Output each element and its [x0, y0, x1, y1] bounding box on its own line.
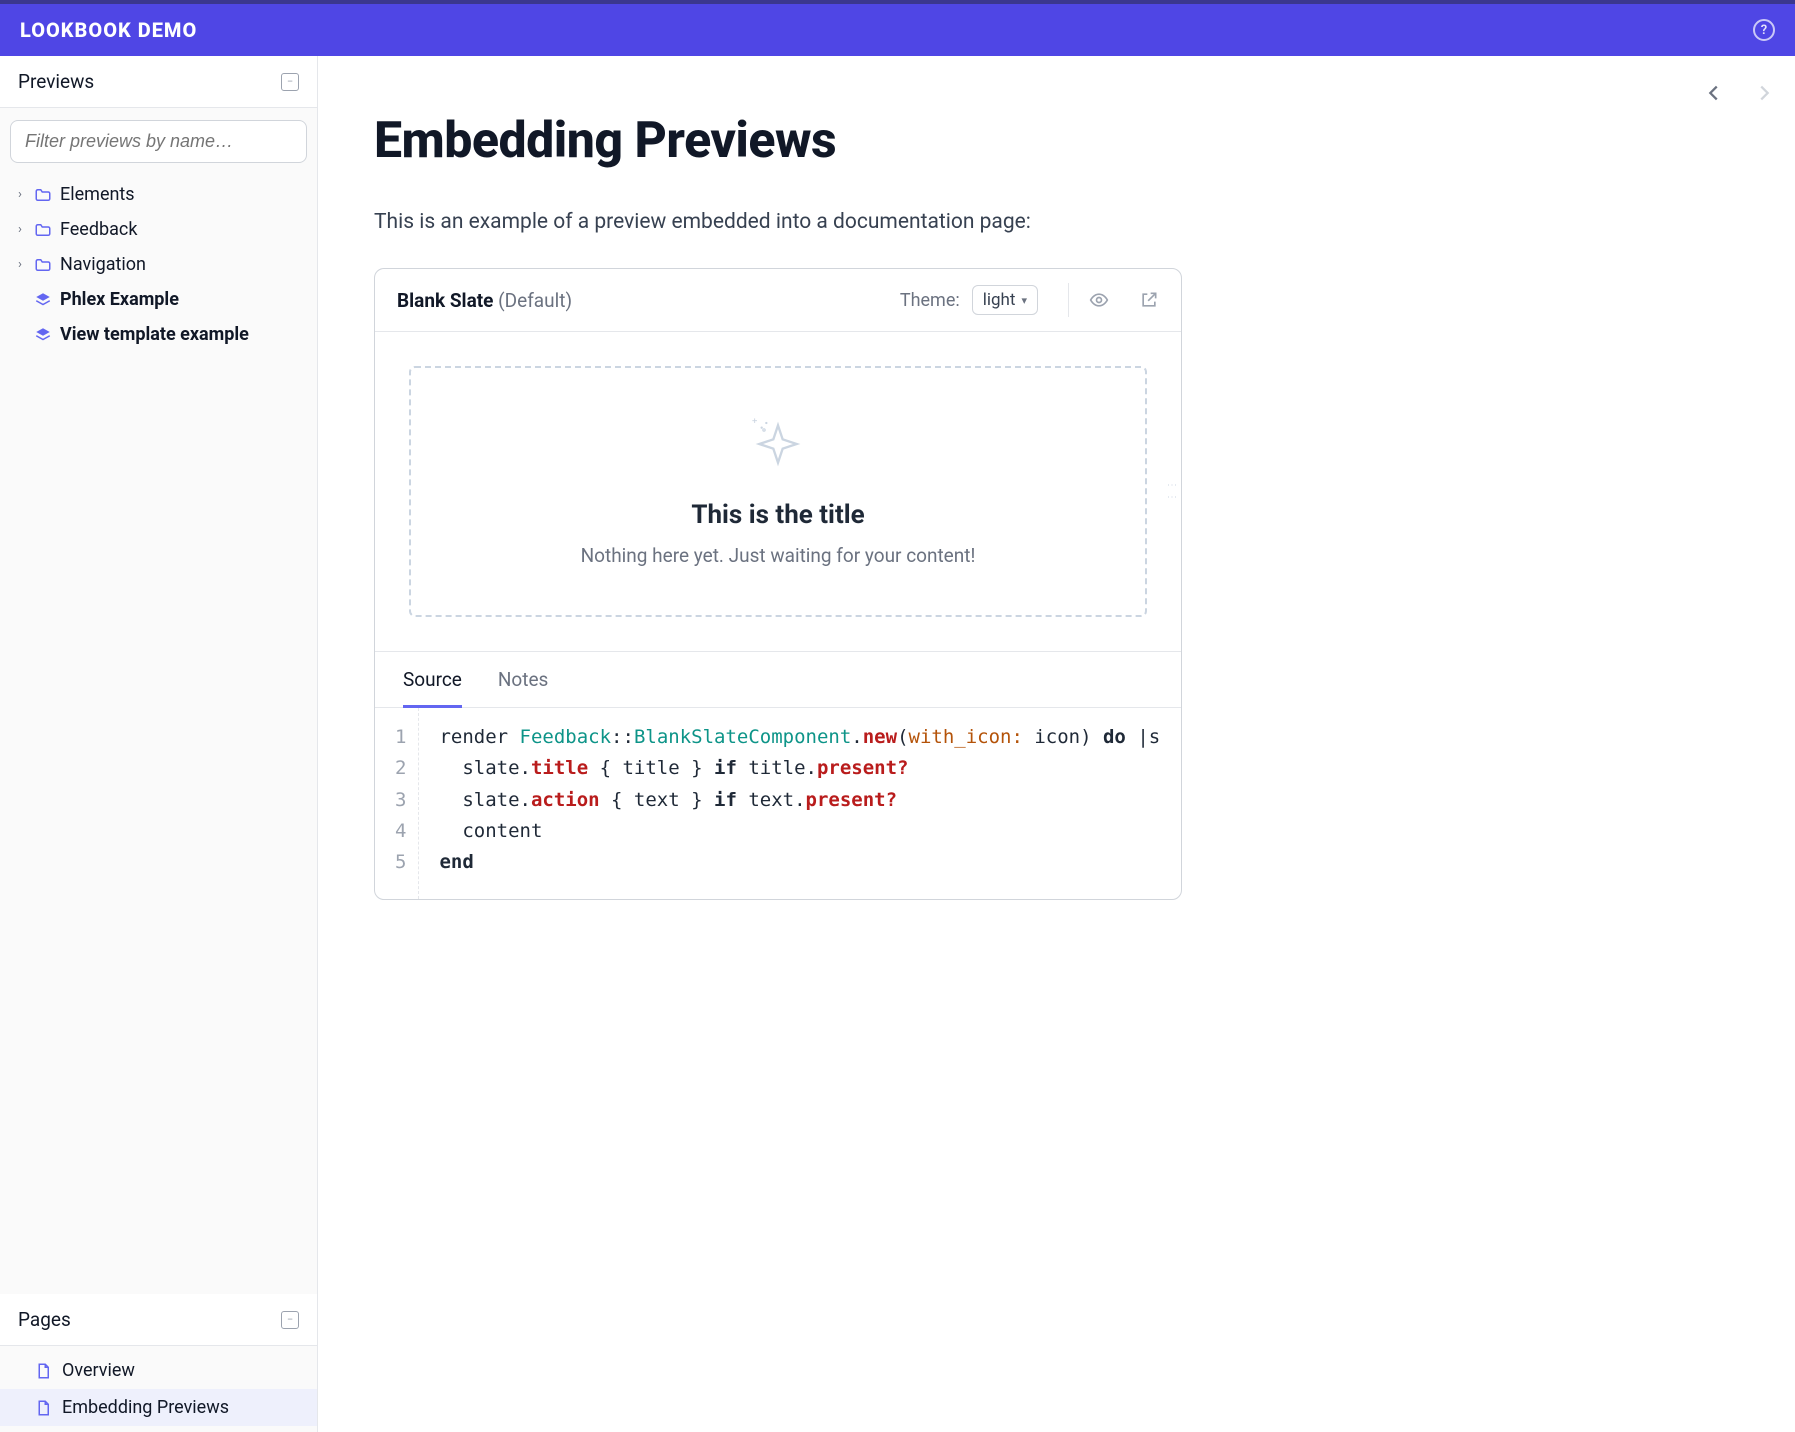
tab-notes[interactable]: Notes	[498, 668, 549, 707]
pages-panel-title: Pages	[18, 1308, 71, 1331]
help-icon[interactable]: ?	[1753, 19, 1775, 41]
sidebar: Previews − › Elements › Feedback › Navig…	[0, 56, 318, 1432]
slate-title: This is the title	[441, 500, 1115, 530]
brand-title: LOOKBOOK DEMO	[20, 18, 197, 42]
embed-variant: (Default)	[498, 289, 572, 312]
open-external-icon[interactable]	[1139, 290, 1159, 310]
sidebar-item-navigation[interactable]: › Navigation	[0, 247, 317, 282]
prev-page-button[interactable]	[1703, 82, 1725, 104]
folder-icon	[34, 186, 52, 204]
sidebar-item-view-template-example[interactable]: View template example	[0, 317, 317, 352]
chevron-right-icon: ›	[14, 222, 26, 237]
embed-tabs: Source Notes	[375, 652, 1181, 708]
sidebar-item-phlex-example[interactable]: Phlex Example	[0, 282, 317, 317]
code-body: render Feedback::BlankSlateComponent.new…	[419, 708, 1160, 899]
embed-header: Blank Slate (Default) Theme: light ▾	[375, 269, 1181, 332]
next-page-button[interactable]	[1753, 82, 1775, 104]
sidebar-item-label: View template example	[60, 324, 249, 345]
chevron-right-icon: ›	[14, 187, 26, 202]
previews-panel-title: Previews	[18, 70, 94, 93]
topbar: LOOKBOOK DEMO ?	[0, 0, 1795, 56]
pages-panel-header: Pages −	[0, 1294, 317, 1346]
sidebar-item-label: Navigation	[60, 254, 146, 275]
sidebar-item-elements[interactable]: › Elements	[0, 177, 317, 212]
collapse-previews-icon[interactable]: −	[281, 73, 299, 91]
page-item-label: Embedding Previews	[62, 1397, 229, 1418]
page-intro: This is an example of a preview embedded…	[374, 210, 1182, 234]
resize-handle-icon[interactable]: ⋮⋮	[1166, 480, 1177, 504]
theme-value: light	[983, 290, 1016, 310]
theme-label: Theme:	[900, 290, 960, 311]
sidebar-item-label: Phlex Example	[60, 289, 179, 310]
collapse-pages-icon[interactable]: −	[281, 1311, 299, 1329]
main: Embedding Previews This is an example of…	[318, 56, 1795, 1432]
previews-panel-header: Previews −	[0, 56, 317, 108]
chevron-down-icon: ▾	[1021, 294, 1027, 307]
preview-canvas: ⋮⋮ This is the title Nothing here yet. J…	[375, 332, 1181, 652]
layers-icon	[34, 326, 52, 344]
theme-select[interactable]: light ▾	[972, 285, 1038, 315]
page-title: Embedding Previews	[374, 112, 1182, 170]
tab-source[interactable]: Source	[403, 668, 462, 708]
file-icon	[34, 1362, 52, 1380]
layers-icon	[34, 291, 52, 309]
embed-title: Blank Slate (Default)	[397, 289, 572, 312]
folder-icon	[34, 221, 52, 239]
chevron-right-icon: ›	[14, 257, 26, 272]
embed-name: Blank Slate	[397, 289, 493, 312]
sidebar-item-label: Elements	[60, 184, 135, 205]
page-item-overview[interactable]: Overview	[0, 1352, 317, 1389]
file-icon	[34, 1399, 52, 1417]
sidebar-item-label: Feedback	[60, 219, 137, 240]
sparkle-icon	[750, 416, 806, 472]
previews-tree: › Elements › Feedback › Navigation Phlex…	[0, 173, 317, 364]
source-code: 12345 render Feedback::BlankSlateCompone…	[375, 708, 1181, 899]
filter-previews-input[interactable]	[10, 120, 307, 163]
sidebar-item-feedback[interactable]: › Feedback	[0, 212, 317, 247]
blank-slate: This is the title Nothing here yet. Just…	[409, 366, 1147, 617]
pages-list: Overview Embedding Previews	[0, 1346, 317, 1432]
preview-embed: Blank Slate (Default) Theme: light ▾ ⋮⋮	[374, 268, 1182, 900]
page-item-embedding-previews[interactable]: Embedding Previews	[0, 1389, 317, 1426]
folder-icon	[34, 256, 52, 274]
slate-subtitle: Nothing here yet. Just waiting for your …	[441, 544, 1115, 567]
page-item-label: Overview	[62, 1360, 135, 1381]
code-gutter: 12345	[375, 708, 419, 899]
inspect-icon[interactable]	[1089, 290, 1109, 310]
